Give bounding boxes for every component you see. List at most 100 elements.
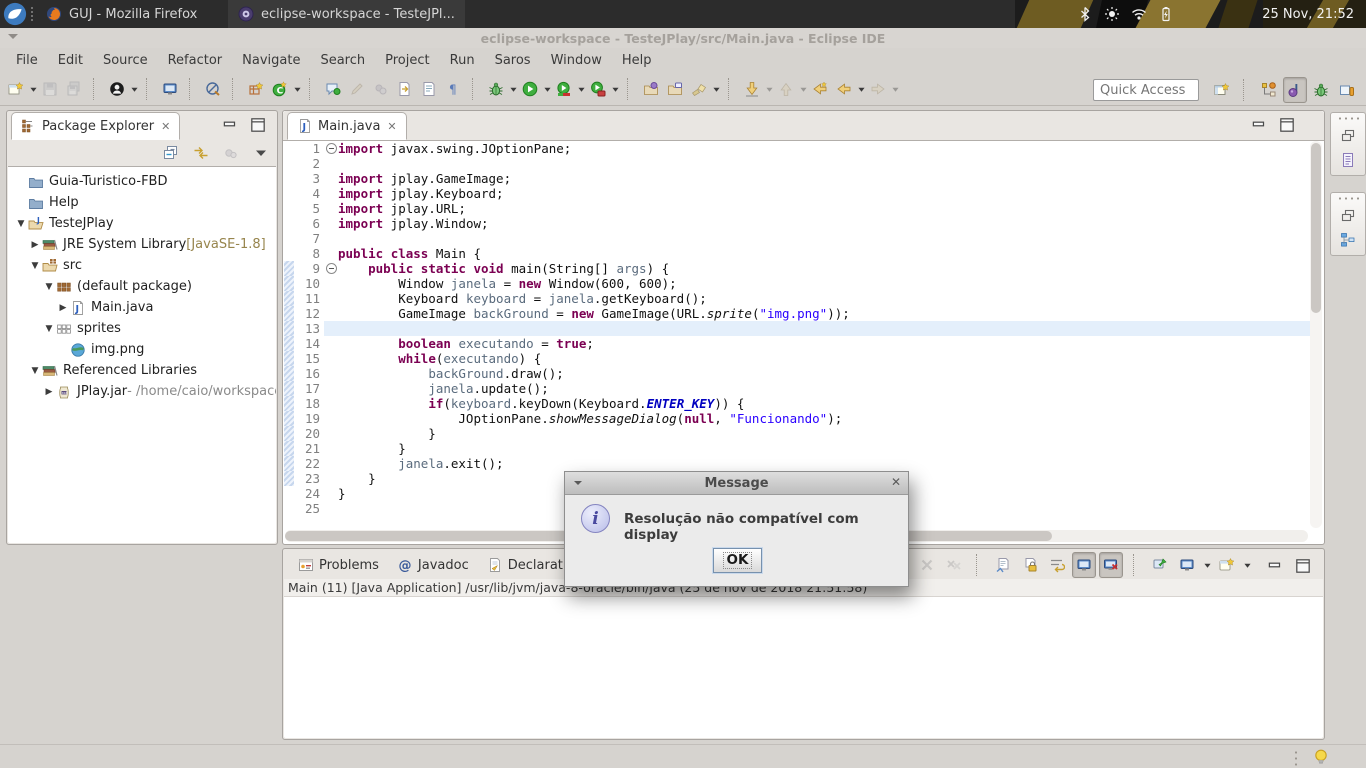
outline-button[interactable] xyxy=(1336,228,1360,252)
line-number[interactable]: 21 xyxy=(294,441,324,456)
quickdiff-ruler[interactable] xyxy=(284,471,294,486)
run-dropdown[interactable] xyxy=(542,86,552,93)
tree-item-img-png[interactable]: img.png xyxy=(8,339,276,360)
quickdiff-ruler[interactable] xyxy=(284,396,294,411)
quickdiff-ruler[interactable] xyxy=(284,411,294,426)
open-declaration-button[interactable] xyxy=(393,76,417,102)
line-number[interactable]: 5 xyxy=(294,201,324,216)
line-number[interactable]: 13 xyxy=(294,321,324,336)
tree-item-jre-system-library[interactable]: ▶JRE System Library [JavaSE-1.8] xyxy=(8,234,276,255)
tree-item-main-java[interactable]: ▶JMain.java xyxy=(8,297,276,318)
window-menu-icon[interactable] xyxy=(8,34,18,44)
open-console-button[interactable] xyxy=(158,76,182,102)
chevron-expanded-icon[interactable]: ▼ xyxy=(28,366,42,376)
line-number[interactable]: 24 xyxy=(294,486,324,501)
menu-project[interactable]: Project xyxy=(375,51,439,70)
tree-item-help[interactable]: Help xyxy=(8,192,276,213)
forward-history-dropdown[interactable] xyxy=(890,86,900,93)
last-edit-location-button[interactable] xyxy=(808,76,832,102)
clock[interactable]: 25 Nov, 21:52 xyxy=(1262,0,1354,28)
menu-edit[interactable]: Edit xyxy=(48,51,93,70)
planning-perspective-button[interactable] xyxy=(1257,77,1281,103)
quickdiff-ruler[interactable] xyxy=(284,336,294,351)
menu-refactor[interactable]: Refactor xyxy=(158,51,233,70)
quickdiff-ruler[interactable] xyxy=(284,486,294,501)
link-with-editor-button[interactable] xyxy=(189,140,213,166)
show-on-stderr-button[interactable] xyxy=(1099,552,1123,578)
window-titlebar[interactable]: eclipse-workspace - TesteJPlay/src/Main.… xyxy=(0,28,1366,48)
dialog-titlebar[interactable]: Message ✕ xyxy=(565,472,908,495)
quickdiff-ruler[interactable] xyxy=(284,441,294,456)
line-number[interactable]: 9 xyxy=(294,261,324,276)
quickdiff-ruler[interactable] xyxy=(284,426,294,441)
run-external-tools-dropdown[interactable] xyxy=(610,86,620,93)
tab-main-java[interactable]: J Main.java ✕ xyxy=(287,112,407,140)
chevron-expanded-icon[interactable]: ▼ xyxy=(42,282,56,292)
open-perspective-button[interactable] xyxy=(1210,77,1234,103)
menu-navigate[interactable]: Navigate xyxy=(232,51,310,70)
chevron-expanded-icon[interactable]: ▼ xyxy=(42,324,56,334)
open-task-button[interactable] xyxy=(663,76,687,102)
back-history-button[interactable] xyxy=(832,76,856,102)
debug-dropdown[interactable] xyxy=(508,86,518,93)
brightness-icon[interactable] xyxy=(1104,6,1120,22)
fold-marker-icon[interactable] xyxy=(324,141,338,156)
wifi-icon[interactable] xyxy=(1131,6,1147,22)
dialog-menu-icon[interactable] xyxy=(574,481,582,489)
quickdiff-ruler[interactable] xyxy=(284,351,294,366)
quickdiff-ruler[interactable] xyxy=(284,321,294,336)
debug-button[interactable] xyxy=(484,76,508,102)
quick-access-input[interactable] xyxy=(1093,79,1199,101)
menu-file[interactable]: File xyxy=(6,51,48,70)
new-wizard-button[interactable] xyxy=(4,76,28,102)
maximize-button[interactable] xyxy=(1278,116,1296,134)
display-selected-console-dropdown[interactable] xyxy=(1202,562,1212,569)
bluetooth-icon[interactable] xyxy=(1077,6,1093,22)
line-number[interactable]: 10 xyxy=(294,276,324,291)
line-number[interactable]: 11 xyxy=(294,291,324,306)
quickdiff-ruler[interactable] xyxy=(284,216,294,231)
line-number[interactable]: 3 xyxy=(294,171,324,186)
line-number[interactable]: 7 xyxy=(294,231,324,246)
next-annotation-button[interactable] xyxy=(740,76,764,102)
fold-marker-icon[interactable] xyxy=(324,261,338,276)
menu-window[interactable]: Window xyxy=(541,51,612,70)
quickdiff-ruler[interactable] xyxy=(284,261,294,276)
tree-item-sprites[interactable]: ▼sprites xyxy=(8,318,276,339)
task-list-button[interactable] xyxy=(1336,148,1360,172)
run-button[interactable] xyxy=(518,76,542,102)
coverage-button[interactable] xyxy=(552,76,576,102)
search-button[interactable] xyxy=(687,76,711,102)
menu-search[interactable]: Search xyxy=(310,51,375,70)
open-type-button[interactable] xyxy=(639,76,663,102)
word-wrap-button[interactable] xyxy=(1045,552,1069,578)
quickdiff-ruler[interactable] xyxy=(284,366,294,381)
clear-console-button[interactable] xyxy=(991,552,1015,578)
pin-console-button[interactable] xyxy=(1148,552,1172,578)
code-editor[interactable]: 1import javax.swing.JOptionPane;23import… xyxy=(284,141,1310,528)
line-number[interactable]: 25 xyxy=(294,501,324,516)
view-menu-button[interactable] xyxy=(249,140,273,166)
new-java-class-button[interactable]: C xyxy=(268,76,292,102)
line-number[interactable]: 12 xyxy=(294,306,324,321)
maximize-button[interactable] xyxy=(1294,557,1312,575)
debug-perspective-button[interactable] xyxy=(1309,77,1333,103)
show-whitespace-button[interactable]: ¶ xyxy=(441,76,465,102)
tree-item-testejplay[interactable]: ▼JTesteJPlay xyxy=(8,213,276,234)
tab-package-explorer[interactable]: Package Explorer ✕ xyxy=(11,112,180,140)
tree-item-jplay-jar[interactable]: ▶010JPlay.jar - /home/caio/workspace xyxy=(8,381,276,402)
collapse-all-button[interactable] xyxy=(159,140,183,166)
next-annotation-dropdown[interactable] xyxy=(764,86,774,93)
tree-item-src[interactable]: ▼src xyxy=(8,255,276,276)
restore-button[interactable] xyxy=(1336,124,1360,148)
show-on-stdout-button[interactable] xyxy=(1072,552,1096,578)
minimize-button[interactable] xyxy=(1266,557,1284,575)
line-number[interactable]: 4 xyxy=(294,186,324,201)
restore-button[interactable] xyxy=(1336,204,1360,228)
new-wizard-dropdown[interactable] xyxy=(28,86,38,93)
menu-saros[interactable]: Saros xyxy=(485,51,541,70)
chevron-collapsed-icon[interactable]: ▶ xyxy=(28,240,42,250)
dialog-close-icon[interactable]: ✕ xyxy=(891,475,901,489)
line-number[interactable]: 17 xyxy=(294,381,324,396)
line-number[interactable]: 15 xyxy=(294,351,324,366)
